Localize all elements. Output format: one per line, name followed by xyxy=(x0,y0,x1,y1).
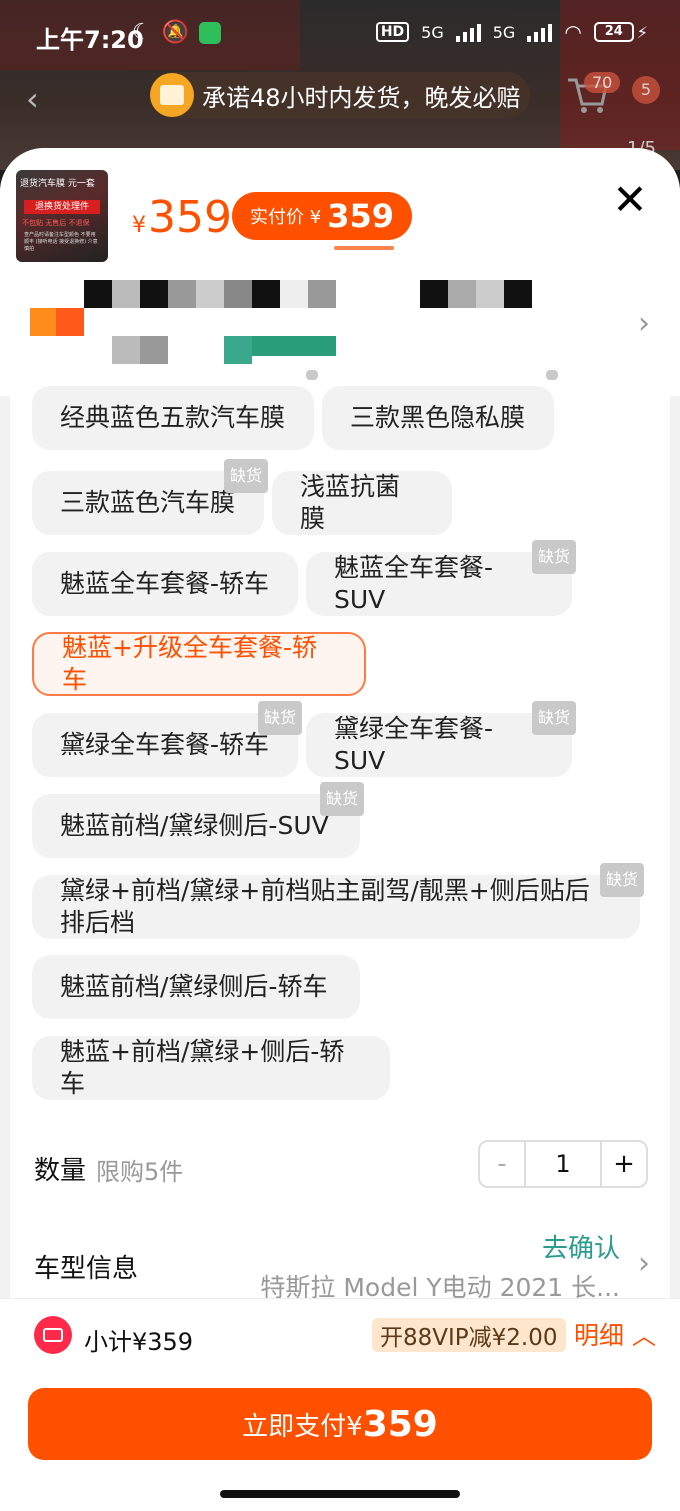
vip-discount-tag[interactable]: 开88VIP减¥2.00 xyxy=(372,1318,566,1352)
sheet-header: 退货汽车膜 元一套 退换货处理件 不包贴 无售后 不退保 查产品时请备注车型颜色… xyxy=(0,148,680,396)
sku-option-label: 魅蓝+前档/黛绿+侧后-轿车 xyxy=(60,1037,345,1098)
charging-icon: ⚡ xyxy=(636,22,648,42)
sku-option[interactable]: 黛绿全车套餐-SUV 缺货 xyxy=(306,701,576,777)
sku-option-label: 经典蓝色五款汽车膜 xyxy=(60,403,286,432)
sku-option-label: 三款蓝色汽车膜 xyxy=(60,488,236,517)
sku-option-label: 三款黑色隐私膜 xyxy=(350,403,526,432)
quantity-plus-button[interactable]: + xyxy=(602,1142,646,1186)
car-info-chevron-icon[interactable]: › xyxy=(638,1246,650,1281)
stock-badge: 缺货 xyxy=(531,701,576,735)
sku-selection-sheet: 退货汽车膜 元一套 退换货处理件 不包贴 无售后 不退保 查产品时请备注车型颜色… xyxy=(0,148,680,1511)
stock-badge xyxy=(546,370,558,380)
sku-option[interactable]: 魅蓝全车套餐-轿车 xyxy=(32,552,298,616)
sku-option-label: 黛绿+前档/黛绿+前档贴主副驾/靓黑+侧后贴后排后档 xyxy=(60,876,590,937)
price-yen-sign: ¥ xyxy=(132,213,146,238)
pay-now-label: 立即支付¥ xyxy=(242,1411,363,1442)
stock-badge: 缺货 xyxy=(531,540,576,574)
real-price-label: 实付价 ¥ xyxy=(250,207,322,228)
sku-option[interactable]: 三款蓝色汽车膜 缺货 xyxy=(32,459,268,535)
sku-option-label: 魅蓝全车套餐-轿车 xyxy=(60,569,270,598)
price-value: 359 xyxy=(148,192,232,243)
sku-option[interactable]: 三款黑色隐私膜 xyxy=(322,370,558,450)
sku-option[interactable]: 黛绿全车套餐-轿车 缺货 xyxy=(32,701,302,777)
battery-icon: 24 ⚡ xyxy=(593,22,648,42)
price-detail-link[interactable]: 明细 xyxy=(574,1316,624,1352)
real-price-badge: 实付价 ¥ 359 xyxy=(232,192,412,240)
sku-option-label: 黛绿全车套餐-SUV xyxy=(334,714,494,775)
stock-badge: 缺货 xyxy=(319,782,364,816)
quantity-stepper: - 1 + xyxy=(478,1140,648,1188)
sku-option[interactable]: 浅蓝抗菌膜 xyxy=(272,471,452,535)
subtotal-text: 小计¥359 xyxy=(84,1328,194,1356)
thumb-top-text: 退货汽车膜 元一套 xyxy=(20,179,95,189)
thumb-red-label: 退换货处理件 xyxy=(24,200,100,214)
quantity-limit: 限购5件 xyxy=(96,1158,184,1186)
quantity-value[interactable]: 1 xyxy=(524,1142,602,1186)
product-thumbnail[interactable]: 退货汽车膜 元一套 退换货处理件 不包贴 无售后 不退保 查产品时请备注车型颜色… xyxy=(16,170,108,262)
battery-level: 24 xyxy=(604,24,623,39)
real-price-value: 359 xyxy=(327,197,394,235)
message-count-badge: 5 xyxy=(632,76,660,104)
sku-option-selected[interactable]: 魅蓝+升级全车套餐-轿车 xyxy=(32,632,366,696)
sku-option-label: 浅蓝抗菌膜 xyxy=(300,472,401,533)
quantity-minus-button[interactable]: - xyxy=(480,1142,524,1186)
sku-option-label: 魅蓝前档/黛绿侧后-SUV xyxy=(60,811,329,840)
sku-option[interactable]: 黛绿+前档/黛绿+前档贴主副驾/靓黑+侧后贴后排后档 缺货 xyxy=(32,863,644,939)
status-right-icons: HD 5G 5G ◠ 24 ⚡ xyxy=(375,20,648,44)
current-price: ¥359 xyxy=(132,192,232,243)
home-indicator[interactable] xyxy=(220,1490,460,1498)
real-price-underline xyxy=(334,246,394,250)
sku-option[interactable]: 魅蓝+前档/黛绿+侧后-轿车 xyxy=(32,1036,390,1100)
cart-count-badge: 70 xyxy=(584,72,621,93)
shipping-promise-text: 承诺48小时内发货，晚发必赔 xyxy=(202,83,521,112)
pay-now-button[interactable]: 立即支付¥ 359 xyxy=(28,1388,652,1460)
quantity-label: 数量 xyxy=(34,1156,87,1186)
stock-badge: 缺货 xyxy=(599,863,644,897)
moon-icon: ☾ xyxy=(132,20,152,45)
sku-option[interactable]: 魅蓝前档/黛绿侧后-SUV 缺货 xyxy=(32,782,364,858)
chevron-up-icon[interactable]: ︿ xyxy=(632,1316,656,1351)
shop-info-chevron-icon[interactable]: › xyxy=(638,306,650,341)
sku-option-label: 魅蓝+升级全车套餐-轿车 xyxy=(62,633,317,694)
sku-option[interactable]: 魅蓝全车套餐-SUV 缺货 xyxy=(306,540,576,616)
signal-2-label: 5G xyxy=(492,22,516,42)
sku-option[interactable]: 魅蓝前档/黛绿侧后-轿车 xyxy=(32,955,360,1019)
status-bar: 上午7:20 ☾ 🔕 HD 5G 5G ◠ 24 ⚡ xyxy=(0,0,680,70)
signal-1-bars-icon xyxy=(455,22,481,42)
stock-badge: 缺货 xyxy=(257,701,302,735)
stock-badge xyxy=(306,370,318,380)
stock-badge: 缺货 xyxy=(223,459,268,493)
car-info-label: 车型信息 xyxy=(34,1254,139,1284)
sku-option-label: 魅蓝前档/黛绿侧后-轿车 xyxy=(60,972,328,1001)
signal-1-label: 5G xyxy=(421,22,444,42)
shipping-promise-banner: 承诺48小时内发货，晚发必赔 xyxy=(150,72,530,118)
thumb-note-text: 查产品时请备注车型颜色 不要用 顺丰 (接听电话 接受退换修) 介意慎拍 xyxy=(24,232,98,252)
signal-2-bars-icon xyxy=(527,22,553,42)
sku-option[interactable]: 经典蓝色五款汽车膜 xyxy=(32,370,318,450)
package-icon xyxy=(150,73,194,117)
silent-bell-icon: 🔕 xyxy=(161,20,190,45)
status-left-icons: ☾ 🔕 xyxy=(132,20,222,45)
car-confirm-link[interactable]: 去确认 xyxy=(542,1228,620,1265)
back-arrow-icon[interactable]: ‹ xyxy=(26,80,39,118)
close-icon[interactable]: ✕ xyxy=(610,179,650,222)
app-notification-icon xyxy=(199,21,222,44)
hd-icon: HD xyxy=(375,22,410,42)
status-time: 上午7:20 xyxy=(36,26,144,54)
pay-now-price: 359 xyxy=(362,1403,438,1445)
thumb-sub-text: 不包贴 无售后 不退保 xyxy=(22,219,90,227)
coupon-icon[interactable] xyxy=(34,1316,72,1354)
sku-option-label: 黛绿全车套餐-轿车 xyxy=(60,730,270,759)
sku-option-label: 魅蓝全车套餐-SUV xyxy=(334,553,494,614)
wifi-icon: ◠ xyxy=(564,20,582,44)
pixelated-shop-info[interactable] xyxy=(0,280,600,370)
